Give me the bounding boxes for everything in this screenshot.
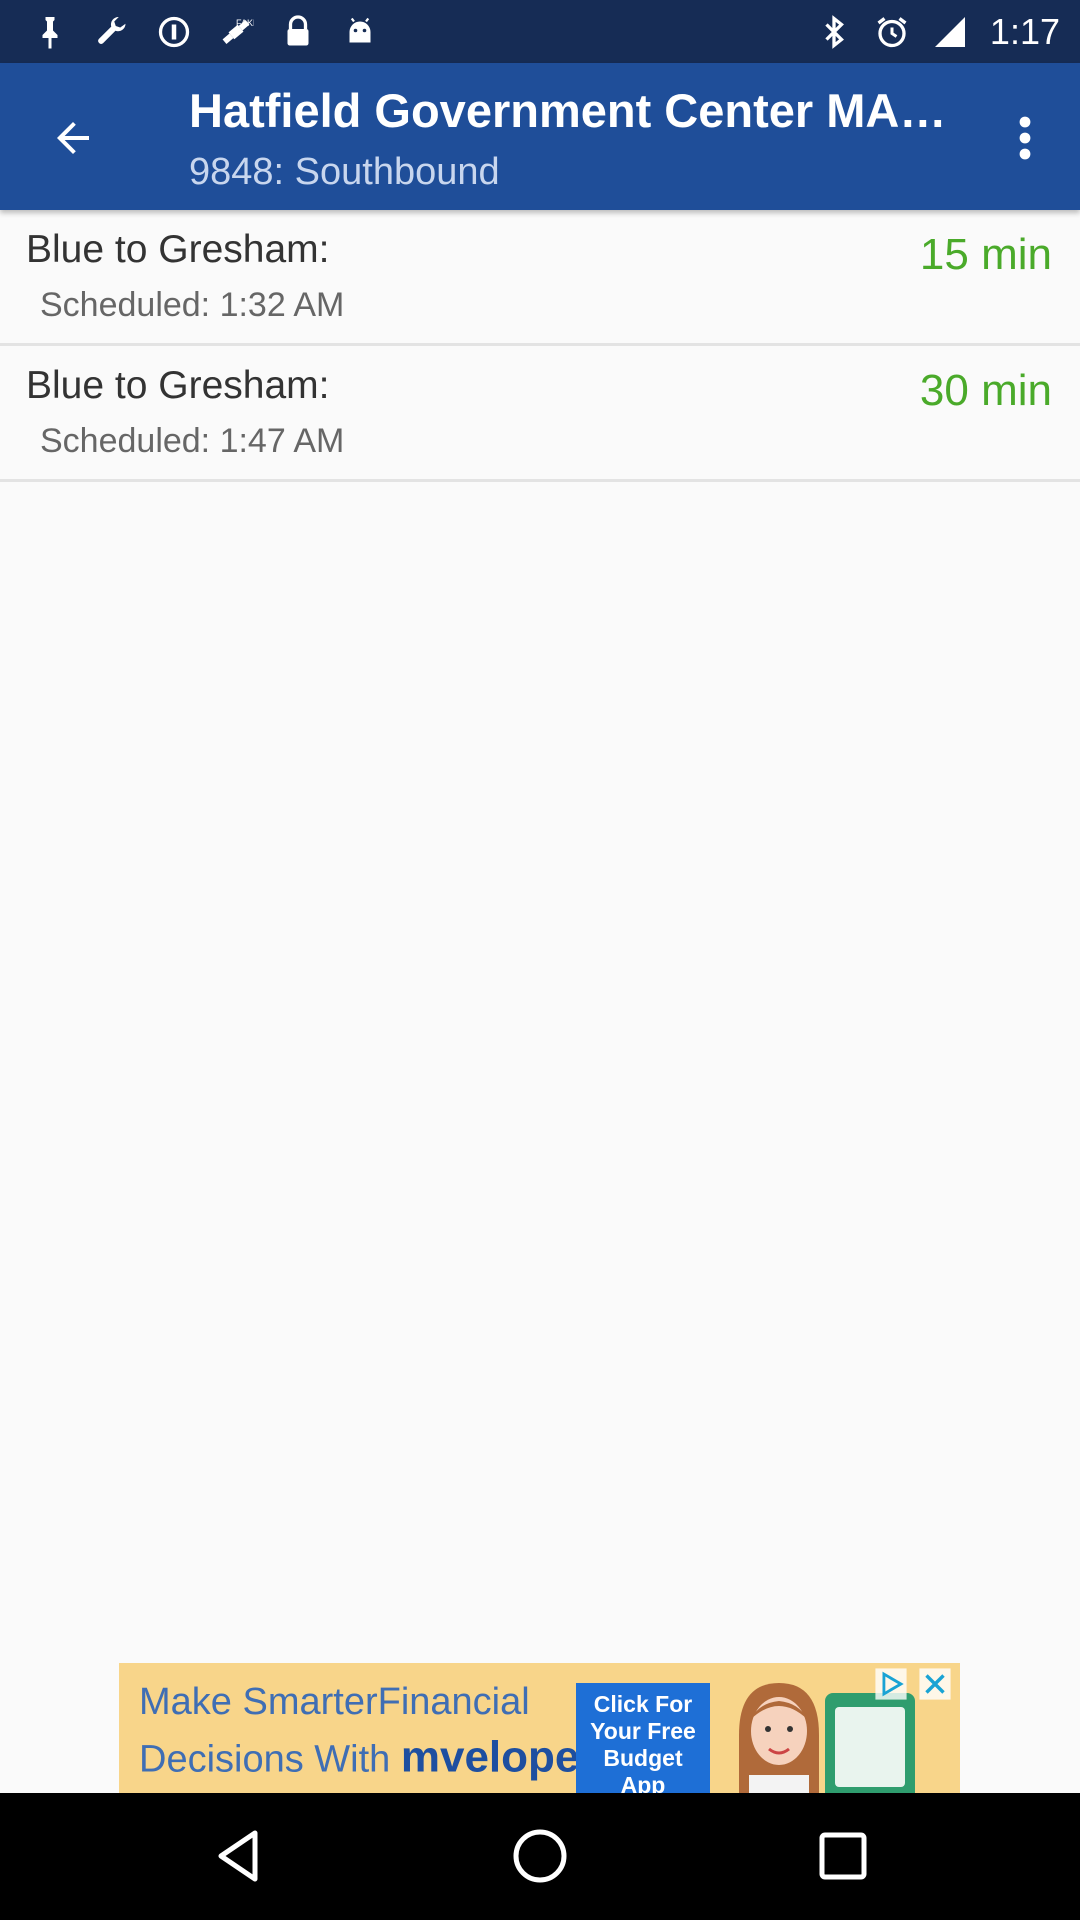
android-icon bbox=[342, 14, 378, 50]
arrival-row[interactable]: Blue to Gresham: Scheduled: 1:32 AM 15 m… bbox=[0, 210, 1080, 346]
scheduled-time: Scheduled: 1:32 AM bbox=[40, 286, 345, 324]
eta-minutes: 30 min bbox=[919, 366, 1052, 415]
arrow-back-icon bbox=[57, 122, 89, 154]
ad-person-image bbox=[739, 1683, 819, 1793]
route-label: Blue to Gresham: bbox=[26, 228, 330, 271]
overflow-menu-button[interactable] bbox=[1000, 103, 1050, 173]
status-time: 1:17 bbox=[989, 10, 1060, 52]
stop-subtitle: 9848: Southbound bbox=[189, 151, 500, 193]
ad-line1: Make SmarterFinancial bbox=[139, 1681, 530, 1723]
ad-phone-image bbox=[825, 1693, 915, 1793]
ad-phone-screen bbox=[835, 1707, 905, 1787]
ad-banner[interactable]: Make SmarterFinancial Decisions With mve… bbox=[119, 1663, 960, 1793]
ad-cta-button[interactable]: Click For Your Free Budget App bbox=[576, 1683, 710, 1793]
circle-home-icon bbox=[513, 1829, 567, 1883]
bluetooth-icon bbox=[816, 14, 852, 50]
more-vert-icon bbox=[1019, 116, 1031, 160]
status-right: 1:17 bbox=[816, 11, 1060, 53]
ad-headline: Make SmarterFinancial Decisions With mve… bbox=[139, 1677, 617, 1785]
ad-line2-prefix: Decisions With bbox=[139, 1738, 401, 1781]
triangle-back-icon bbox=[218, 1830, 258, 1882]
ad-choices-icon[interactable] bbox=[872, 1667, 910, 1701]
screen: FAKE 1:17 bbox=[0, 0, 1080, 1920]
lock-icon bbox=[280, 14, 316, 50]
app-bar: Hatfield Government Center MAX Station 9… bbox=[0, 63, 1080, 210]
square-recents-icon bbox=[819, 1832, 867, 1880]
wrench-icon bbox=[94, 14, 130, 50]
pin-icon bbox=[32, 14, 68, 50]
signal-icon bbox=[932, 14, 968, 50]
ad-line2: Decisions With mvelopes® bbox=[139, 1727, 617, 1785]
ad-close-icon[interactable] bbox=[916, 1667, 954, 1701]
eta-minutes: 15 min bbox=[919, 230, 1052, 279]
ad-cta-line: App bbox=[620, 1772, 666, 1793]
fake-gps-icon: FAKE bbox=[218, 14, 254, 50]
arrivals-list: Blue to Gresham: Scheduled: 1:32 AM 15 m… bbox=[0, 210, 1080, 482]
ad-brand: mvelopes bbox=[400, 1732, 604, 1782]
ad-cta-line: Click For bbox=[593, 1691, 693, 1717]
nav-back-button[interactable] bbox=[205, 1821, 275, 1891]
svg-text:FAKE: FAKE bbox=[236, 18, 254, 28]
alarm-icon bbox=[874, 14, 910, 50]
stop-title: Hatfield Government Center MAX Station bbox=[189, 84, 949, 137]
arrival-row[interactable]: Blue to Gresham: Scheduled: 1:47 AM 30 m… bbox=[0, 346, 1080, 482]
system-nav-bar bbox=[0, 1793, 1080, 1920]
back-button[interactable] bbox=[38, 103, 108, 173]
nav-recents-button[interactable] bbox=[808, 1821, 878, 1891]
nav-home-button[interactable] bbox=[505, 1821, 575, 1891]
ad-cta-line: Budget bbox=[603, 1745, 683, 1771]
status-left: FAKE bbox=[32, 14, 378, 50]
ad-cta-line: Your Free bbox=[590, 1718, 696, 1744]
route-label: Blue to Gresham: bbox=[26, 364, 330, 407]
status-bar: FAKE 1:17 bbox=[0, 0, 1080, 63]
scheduled-time: Scheduled: 1:47 AM bbox=[40, 422, 345, 460]
data-saver-icon bbox=[156, 14, 192, 50]
